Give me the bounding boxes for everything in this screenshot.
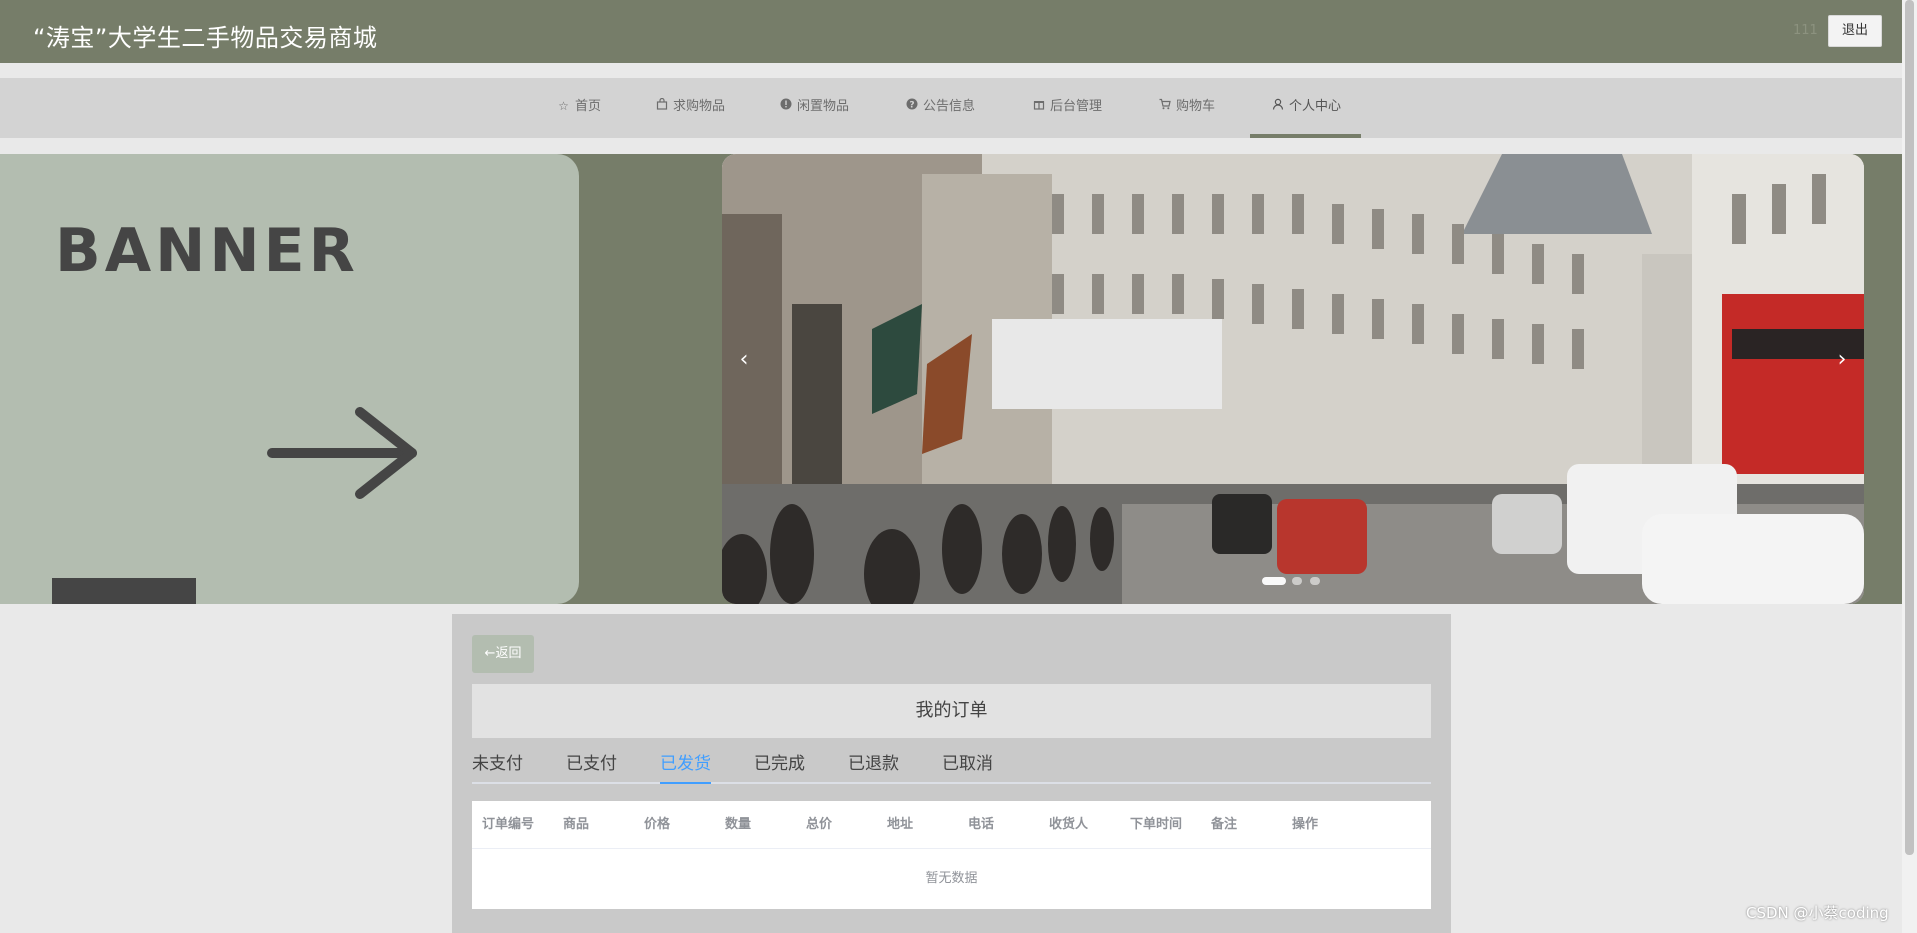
- column-header: 备注: [1211, 817, 1238, 832]
- tab-unpaid[interactable]: 未支付: [472, 744, 523, 784]
- top-header: “涛宝”大学生二手物品交易商城 111 退出: [0, 0, 1902, 63]
- banner-word: BANNER: [55, 216, 359, 286]
- column-header: 操作: [1292, 817, 1319, 832]
- tab-refunded[interactable]: 已退款: [848, 744, 899, 784]
- carousel-dot[interactable]: [1292, 577, 1302, 585]
- logout-button[interactable]: 退出: [1828, 15, 1882, 47]
- tab-paid[interactable]: 已支付: [566, 744, 617, 784]
- column-header: 订单编号: [482, 817, 535, 832]
- nav-item-label: 公告信息: [923, 99, 976, 114]
- carousel-next-button[interactable]: ›: [1825, 344, 1859, 378]
- order-status-tabs: 未支付 已支付 已发货 已完成 已退款 已取消: [472, 744, 1431, 784]
- column-header: 数量: [725, 817, 752, 832]
- tab-cancelled[interactable]: 已取消: [942, 744, 993, 784]
- column-header: 商品: [563, 817, 590, 832]
- empty-table-text: 暂无数据: [925, 871, 978, 886]
- orders-panel: ←返回 我的订单 未支付 已支付 已发货 已完成 已退款 已取消 订单编号 商品…: [452, 614, 1451, 933]
- street-photo-art: [722, 154, 1864, 604]
- nav-item-admin[interactable]: 后台管理: [1031, 78, 1102, 138]
- nav-item-label: 购物车: [1176, 99, 1216, 114]
- nav-item-label: 首页: [575, 99, 602, 114]
- column-header: 价格: [644, 817, 671, 832]
- column-header: 下单时间: [1130, 817, 1183, 832]
- user-icon: [1270, 78, 1285, 134]
- star-icon: ☆: [558, 99, 569, 113]
- nav-item-label: 求购物品: [673, 99, 726, 114]
- watermark: CSDN @小蔡coding: [1746, 904, 1889, 922]
- main-nav: ☆ 首页 求购物品 闲置物品 ? 公告信息 后台管理 购物车 个人中心: [0, 78, 1902, 138]
- nav-item-wanted[interactable]: 求购物品: [654, 78, 725, 138]
- column-header: 总价: [806, 817, 833, 832]
- nav-item-cart[interactable]: 购物车: [1157, 78, 1215, 138]
- carousel-dot[interactable]: [1310, 577, 1320, 585]
- info-icon: [778, 78, 793, 134]
- orders-table: 订单编号 商品 价格 数量 总价 地址 电话 收货人 下单时间 备注 操作 暂无…: [472, 801, 1431, 909]
- question-icon: ?: [904, 78, 919, 134]
- table-header: 订单编号 商品 价格 数量 总价 地址 电话 收货人 下单时间 备注 操作: [472, 801, 1431, 849]
- carousel-prev-button[interactable]: ‹: [727, 344, 761, 378]
- tab-shipped[interactable]: 已发货: [660, 744, 711, 784]
- scrollbar-thumb[interactable]: [1905, 0, 1914, 855]
- column-header: 收货人: [1049, 817, 1089, 832]
- user-name: 111: [1793, 23, 1818, 38]
- orders-title: 我的订单: [472, 684, 1431, 738]
- column-header: 地址: [887, 817, 914, 832]
- nav-item-home[interactable]: ☆ 首页: [556, 78, 601, 138]
- banner-carousel: BANNER ‹ ›: [0, 154, 1902, 604]
- carousel-dot[interactable]: [1262, 577, 1286, 585]
- nav-item-profile[interactable]: 个人中心: [1250, 78, 1362, 138]
- nav-item-notice[interactable]: ? 公告信息: [904, 78, 975, 138]
- svg-text:?: ?: [909, 100, 914, 110]
- back-button[interactable]: ←返回: [472, 635, 534, 673]
- nav-item-label: 个人中心: [1289, 99, 1342, 114]
- gift-icon: [1031, 78, 1046, 134]
- page-scrollbar[interactable]: [1902, 0, 1917, 933]
- column-header: 电话: [968, 817, 995, 832]
- nav-item-label: 闲置物品: [797, 99, 850, 114]
- banner-card: BANNER: [0, 154, 579, 604]
- street-photo: ‹ ›: [722, 154, 1864, 604]
- site-title: “涛宝”大学生二手物品交易商城: [33, 24, 378, 52]
- nav-item-label: 后台管理: [1050, 99, 1103, 114]
- bag-icon: [654, 78, 669, 134]
- arrow-right-icon: [267, 407, 417, 499]
- banner-decor-block: [52, 578, 196, 604]
- tab-completed[interactable]: 已完成: [754, 744, 805, 784]
- nav-item-idle[interactable]: 闲置物品: [778, 78, 849, 138]
- cart-icon: [1157, 78, 1172, 134]
